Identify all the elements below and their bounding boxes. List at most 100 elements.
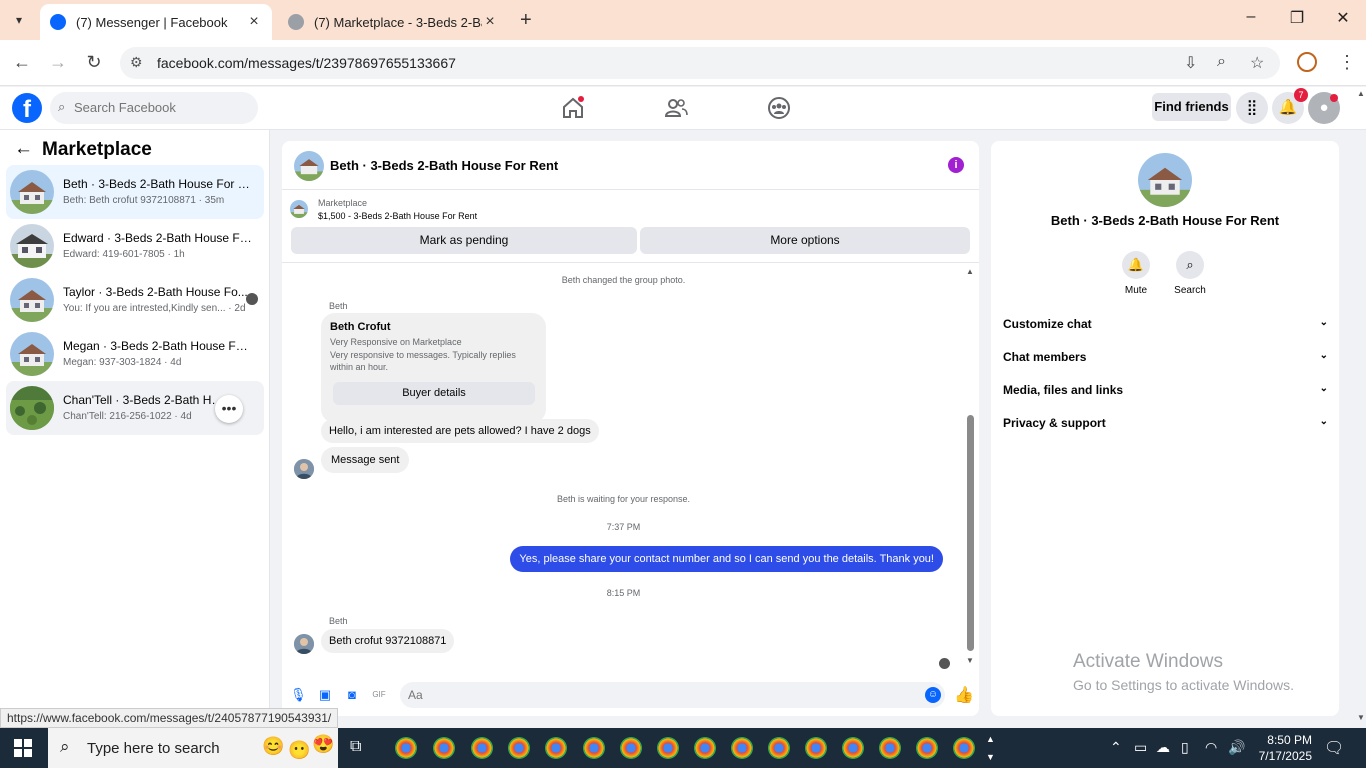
tab-marketplace[interactable]: (7) Marketplace - 3-Beds 2-Bath × — [278, 4, 508, 40]
show-hidden-icons-icon[interactable]: ⌃ — [1110, 739, 1122, 756]
battery-icon[interactable]: ▯ — [1181, 739, 1189, 756]
thumbs-up-icon[interactable]: 👍 — [954, 685, 974, 705]
chrome-icon[interactable] — [879, 737, 901, 759]
conversation-edward[interactable]: Edward · 3-Beds 2-Bath House For... Edwa… — [6, 219, 264, 273]
more-options-button[interactable]: More options — [640, 227, 970, 254]
photo-icon[interactable]: ▣ — [317, 687, 333, 703]
taskbar-overflow-arrows-icon[interactable]: ▲ ▼ — [986, 730, 995, 766]
search-in-conversation-button[interactable]: ⌕ Search — [1160, 251, 1220, 296]
conversation-taylor[interactable]: Taylor · 3-Beds 2-Bath House Fo... You: … — [6, 273, 264, 327]
conversation-more-button[interactable]: ••• — [215, 395, 243, 423]
sender-avatar[interactable] — [294, 459, 314, 479]
bell-icon: 🔔 — [1278, 99, 1298, 116]
section-media-files-links[interactable]: Media, files and links ⌄ — [1003, 383, 1328, 397]
incoming-message[interactable]: Hello, i am interested are pets allowed?… — [321, 419, 599, 443]
url-text[interactable]: facebook.com/messages/t/2397869765513366… — [157, 55, 456, 71]
chrome-icon[interactable] — [433, 737, 455, 759]
restore-button[interactable]: ❐ — [1274, 8, 1320, 28]
chrome-icon[interactable] — [916, 737, 938, 759]
chrome-menu-icon[interactable]: ⋮ — [1338, 52, 1356, 73]
minimize-button[interactable]: – — [1228, 8, 1274, 26]
scroll-thumb[interactable] — [967, 415, 974, 651]
conversation-avatar[interactable] — [1138, 153, 1192, 207]
incoming-message[interactable]: Message sent — [321, 447, 410, 473]
sticker-icon[interactable]: ◙ — [344, 687, 360, 703]
chrome-icon[interactable] — [842, 737, 864, 759]
chrome-icon[interactable] — [545, 737, 567, 759]
site-info-icon[interactable]: ⚙ — [130, 54, 143, 71]
chrome-icon[interactable] — [395, 737, 417, 759]
close-tab-icon[interactable]: × — [482, 13, 498, 31]
windows-start-icon[interactable] — [14, 739, 32, 757]
conversation-beth[interactable]: Beth · 3-Beds 2-Bath House For Re... Bet… — [6, 165, 264, 219]
page-scroll-down-icon[interactable]: ▼ — [1357, 713, 1365, 722]
section-chat-members[interactable]: Chat members ⌄ — [1003, 350, 1328, 364]
mark-as-pending-button[interactable]: Mark as pending — [291, 227, 637, 254]
close-tab-icon[interactable]: × — [246, 13, 262, 31]
page-scroll-up-icon[interactable]: ▲ — [1357, 89, 1365, 98]
info-icon[interactable]: i — [948, 157, 964, 173]
listing-thumbnail[interactable] — [290, 200, 308, 218]
scroll-up-icon[interactable]: ▲ — [966, 267, 974, 276]
tab-search-button[interactable]: ▾ — [8, 10, 30, 30]
page-scrollbar[interactable]: ▲ ▼ — [1356, 87, 1366, 728]
bookmark-star-icon[interactable]: ☆ — [1250, 53, 1264, 73]
message-input[interactable] — [400, 682, 945, 708]
menu-grid-button[interactable]: ⣿ — [1236, 92, 1268, 124]
chrome-icon[interactable] — [694, 737, 716, 759]
chrome-icon[interactable] — [953, 737, 975, 759]
microphone-icon[interactable]: 🎙 — [290, 687, 307, 703]
sender-avatar[interactable] — [294, 634, 314, 654]
gif-icon[interactable]: GIF — [371, 687, 387, 703]
install-app-icon[interactable]: ⇩ — [1184, 53, 1197, 73]
section-customize-chat[interactable]: Customize chat ⌄ — [1003, 317, 1328, 331]
listing-title[interactable]: $1,500 - 3-Beds 2-Bath House For Rent — [318, 211, 477, 221]
back-arrow-icon[interactable]: ← — [14, 138, 33, 160]
new-tab-button[interactable]: + — [520, 9, 532, 32]
notifications-button[interactable]: 🔔 7 — [1272, 88, 1308, 124]
find-friends-button[interactable]: Find friends — [1152, 93, 1231, 121]
zoom-icon[interactable]: ⌕ — [1217, 53, 1226, 71]
conversation-megan[interactable]: Megan · 3-Beds 2-Bath House For ... Mega… — [6, 327, 264, 381]
outgoing-message[interactable]: Yes, please share your contact number an… — [510, 546, 943, 572]
meet-now-icon[interactable]: ▭ — [1134, 739, 1147, 756]
facebook-logo-icon[interactable]: f — [12, 93, 42, 123]
close-window-button[interactable]: ✕ — [1320, 8, 1366, 28]
onedrive-cloud-icon[interactable]: ☁ — [1156, 739, 1170, 756]
chat-avatar[interactable] — [294, 151, 324, 181]
system-clock[interactable]: 8:50 PM 7/17/2025 — [1252, 732, 1312, 764]
omnibox[interactable]: ⚙ facebook.com/messages/t/23978697655133… — [120, 47, 1280, 79]
action-center-icon[interactable]: 🗨 — [1324, 738, 1344, 758]
chrome-icon[interactable] — [805, 737, 827, 759]
chrome-icon[interactable] — [583, 737, 605, 759]
back-icon[interactable]: ← — [10, 52, 34, 73]
chrome-icon[interactable] — [471, 737, 493, 759]
reload-icon[interactable]: ↻ — [82, 52, 106, 73]
volume-icon[interactable]: 🔊 — [1228, 739, 1245, 756]
chat-scrollbar[interactable]: ▲ ▼ — [965, 267, 976, 665]
chrome-icon[interactable] — [508, 737, 530, 759]
chrome-icon[interactable] — [657, 737, 679, 759]
section-privacy-support[interactable]: Privacy & support ⌄ — [1003, 416, 1328, 430]
facebook-header: f ⌕ Find friends ⣿ 🔔 7 ● — [0, 87, 1366, 130]
chrome-profile-icon[interactable] — [1297, 52, 1317, 72]
wifi-icon[interactable]: ◠ — [1205, 739, 1217, 756]
chrome-icon[interactable] — [768, 737, 790, 759]
groups-icon[interactable] — [766, 95, 792, 121]
task-view-icon[interactable]: ⧉ — [350, 738, 361, 756]
buyer-details-button[interactable]: Buyer details — [333, 382, 535, 405]
emoji-icon[interactable]: ☺ — [925, 687, 941, 703]
chat-title[interactable]: Beth · 3-Beds 2-Bath House For Rent — [330, 158, 558, 173]
search-input[interactable] — [74, 100, 244, 115]
bell-icon: 🔔 — [1122, 251, 1150, 279]
scroll-down-icon[interactable]: ▼ — [966, 656, 974, 665]
chrome-icon[interactable] — [731, 737, 753, 759]
forward-icon[interactable]: → — [46, 52, 70, 73]
friends-icon[interactable] — [663, 95, 689, 121]
taskbar-search[interactable]: ⌕ Type here to search 😊 😶 😍 — [48, 728, 338, 768]
tab-messenger[interactable]: (7) Messenger | Facebook × — [40, 4, 272, 40]
facebook-search[interactable]: ⌕ — [50, 92, 258, 124]
chrome-icon[interactable] — [620, 737, 642, 759]
mute-button[interactable]: 🔔 Mute — [1106, 251, 1166, 296]
incoming-message[interactable]: Beth crofut 9372108871 — [321, 629, 455, 653]
